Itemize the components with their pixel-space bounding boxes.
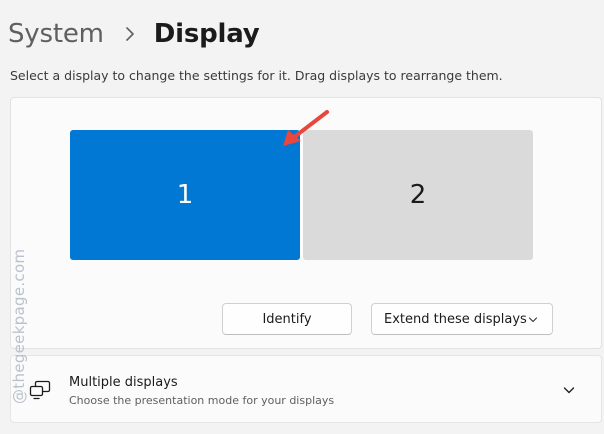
multiple-displays-icon: [29, 380, 51, 400]
watermark-text: @thegeekpage.com: [10, 248, 28, 404]
multiple-displays-title: Multiple displays: [69, 375, 178, 390]
display-2-tile[interactable]: 2: [303, 130, 533, 260]
breadcrumb-system-link[interactable]: System: [8, 19, 104, 49]
display-arrangement-panel: 1 2 Identify Extend these displays: [10, 97, 602, 349]
arrange-instructions: Select a display to change the settings …: [10, 68, 503, 83]
expand-chevron-icon[interactable]: [563, 384, 575, 396]
chevron-down-icon: [528, 317, 538, 323]
multiple-displays-description: Choose the presentation mode for your di…: [69, 394, 335, 407]
multiple-displays-card[interactable]: Multiple displays Choose the presentatio…: [10, 355, 602, 423]
display-1-tile[interactable]: 1: [70, 130, 300, 260]
display-2-number: 2: [409, 180, 427, 210]
display-1-number: 1: [176, 180, 194, 210]
breadcrumb: System Display: [8, 14, 260, 54]
display-mode-value: Extend these displays: [384, 311, 527, 327]
page-title: Display: [153, 19, 260, 49]
identify-button[interactable]: Identify: [222, 303, 352, 335]
chevron-right-icon: [125, 27, 134, 41]
red-arrow-icon: [283, 110, 329, 146]
display-mode-dropdown[interactable]: Extend these displays: [371, 303, 553, 335]
